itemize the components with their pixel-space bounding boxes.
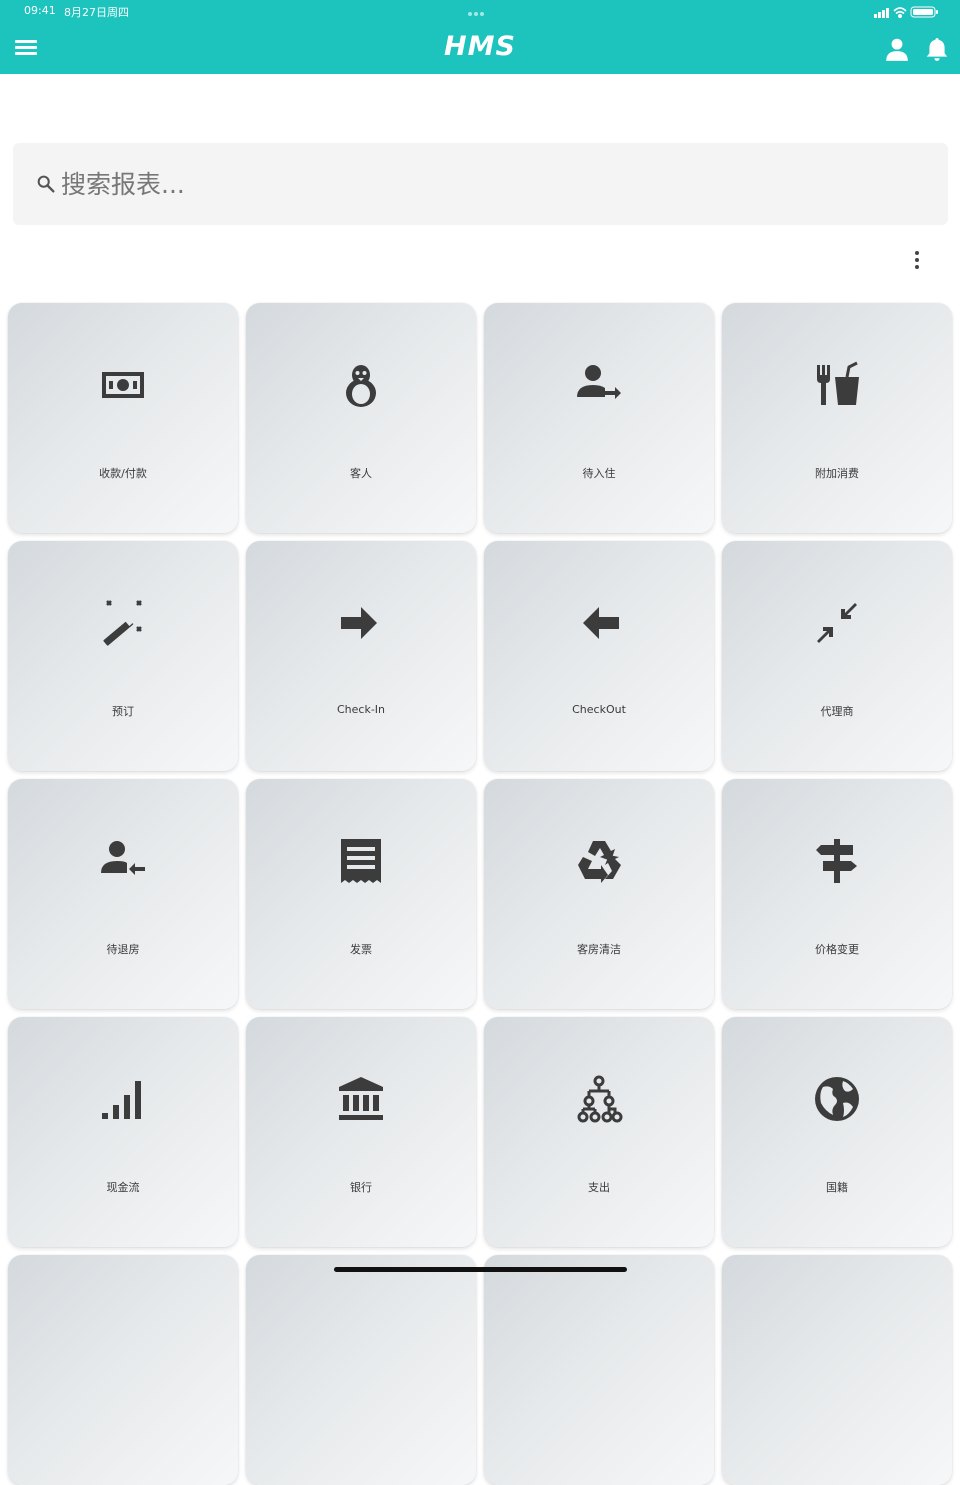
- tile-label: 支出: [588, 1181, 610, 1194]
- tile-reservation[interactable]: 预订: [8, 541, 238, 771]
- person-arrow-left-icon: [101, 841, 145, 875]
- tile-price-change[interactable]: 价格变更: [722, 779, 952, 1009]
- tile-partial[interactable]: [722, 1255, 952, 1485]
- tile-guests[interactable]: 客人: [246, 303, 476, 533]
- tile-bank[interactable]: 银行: [246, 1017, 476, 1247]
- tile-label: 待入住: [582, 467, 616, 480]
- signal-bars-icon: [102, 1081, 141, 1119]
- tile-label: 收款/付款: [99, 467, 147, 480]
- tile-label: 银行: [350, 1181, 372, 1194]
- tile-nationality[interactable]: 国籍: [722, 1017, 952, 1247]
- tile-extras[interactable]: 附加消费: [722, 303, 952, 533]
- app-bar: HMS: [0, 24, 960, 74]
- status-bar: 09:41 8月27日周四: [0, 0, 960, 24]
- globe-icon: [815, 1077, 859, 1121]
- multitask-dots-icon[interactable]: [468, 6, 492, 16]
- bank-icon: [339, 1077, 383, 1120]
- search-icon: [37, 175, 55, 193]
- tile-label: CheckOut: [572, 703, 626, 716]
- tile-departures[interactable]: 待退房: [8, 779, 238, 1009]
- tile-cashflow[interactable]: 现金流: [8, 1017, 238, 1247]
- user-icon[interactable]: [884, 36, 910, 62]
- money-icon: [102, 372, 144, 398]
- tile-partial[interactable]: [246, 1255, 476, 1485]
- recycle-icon: [578, 841, 621, 883]
- status-time: 09:41: [24, 4, 56, 17]
- hierarchy-icon: [577, 1075, 623, 1123]
- bell-icon[interactable]: [924, 36, 950, 62]
- home-indicator[interactable]: [334, 1267, 627, 1272]
- receipt-icon: [341, 839, 381, 883]
- tile-invoice[interactable]: 发票: [246, 779, 476, 1009]
- signpost-icon: [816, 839, 857, 883]
- arrow-left-icon: [583, 607, 619, 639]
- tile-expenses[interactable]: 支出: [484, 1017, 714, 1247]
- person-arrow-right-icon: [577, 365, 621, 399]
- arrow-right-icon: [341, 607, 377, 639]
- tile-housekeeping[interactable]: 客房清洁: [484, 779, 714, 1009]
- cellular-signal-icon: [874, 8, 889, 18]
- compress-arrows-icon: [817, 603, 857, 643]
- magic-wand-icon: [103, 600, 142, 646]
- tile-payments[interactable]: 收款/付款: [8, 303, 238, 533]
- tile-label: 代理商: [820, 705, 854, 718]
- tile-label: 价格变更: [815, 943, 859, 956]
- report-search-bar: [13, 143, 948, 225]
- tile-arrivals[interactable]: 待入住: [484, 303, 714, 533]
- battery-icon: [910, 6, 938, 18]
- tile-check-in[interactable]: Check-In: [246, 541, 476, 771]
- tile-partial[interactable]: [8, 1255, 238, 1485]
- status-icons: [874, 6, 938, 19]
- tile-label: 国籍: [826, 1181, 848, 1194]
- tile-label: 客人: [350, 467, 372, 480]
- tile-agents[interactable]: 代理商: [722, 541, 952, 771]
- tile-checkout[interactable]: CheckOut: [484, 541, 714, 771]
- tile-label: 附加消费: [815, 467, 859, 480]
- food-drink-icon: [817, 361, 859, 405]
- search-input[interactable]: [61, 159, 921, 209]
- tile-partial[interactable]: [484, 1255, 714, 1485]
- tile-label: 待退房: [106, 943, 140, 956]
- tile-label: 客房清洁: [577, 943, 621, 956]
- status-date: 8月27日周四: [64, 6, 129, 19]
- tile-label: 预订: [112, 705, 134, 718]
- menu-icon[interactable]: [14, 37, 38, 61]
- tile-label: 发票: [350, 943, 372, 956]
- tile-label: 现金流: [106, 1181, 140, 1194]
- wifi-icon: [893, 7, 907, 19]
- tile-label: Check-In: [336, 703, 386, 716]
- app-title: HMS: [444, 31, 516, 62]
- more-options-icon[interactable]: [906, 248, 928, 272]
- penguin-icon: [346, 365, 376, 407]
